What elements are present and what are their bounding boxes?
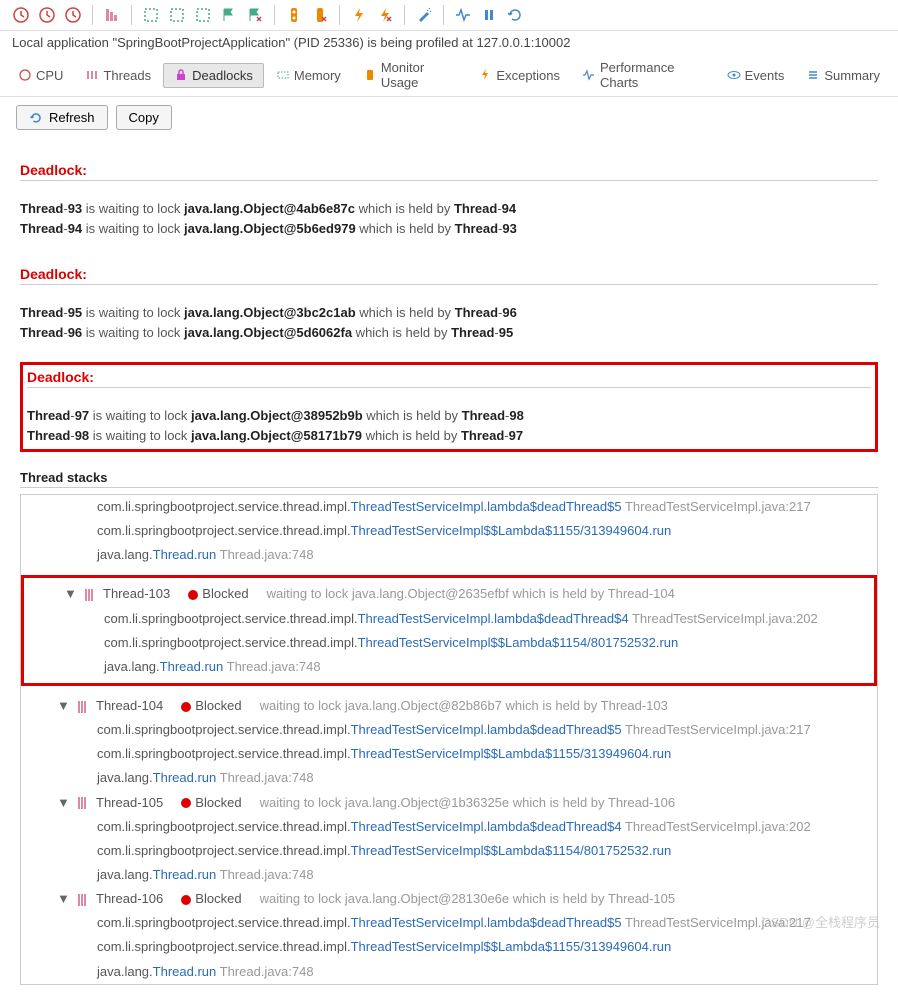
- thread-icon: [77, 700, 87, 714]
- thread-block: ▼ Thread-105 Blocked waiting to lock jav…: [21, 791, 877, 888]
- deadlock-line: Thread-94 is waiting to lock java.lang.O…: [20, 219, 878, 239]
- expand-toggle[interactable]: ▼: [57, 793, 69, 813]
- flag-icon[interactable]: [218, 4, 240, 26]
- traffic-icon: [363, 68, 377, 82]
- tab-threads[interactable]: Threads: [75, 64, 161, 87]
- clock-forward-icon[interactable]: [36, 4, 58, 26]
- stack-frame: com.li.springbootproject.service.thread.…: [21, 519, 877, 543]
- profiling-status: Local application "SpringBootProjectAppl…: [0, 31, 898, 54]
- eye-icon: [727, 68, 741, 82]
- thread-header[interactable]: ▼ Thread-106 Blocked waiting to lock jav…: [21, 887, 877, 911]
- pulse-icon[interactable]: [452, 4, 474, 26]
- stack-frame: java.lang.Thread.run Thread.java:748: [21, 766, 877, 790]
- content-area: Deadlock: Thread-93 is waiting to lock j…: [0, 138, 898, 993]
- deadlock-section: Deadlock: Thread-93 is waiting to lock j…: [20, 162, 878, 250]
- thread-icon: [84, 588, 94, 602]
- deadlock-heading: Deadlock:: [20, 266, 878, 285]
- traffic-x-icon[interactable]: [309, 4, 331, 26]
- stack-frame: java.lang.Thread.run Thread.java:748: [21, 960, 877, 984]
- status-dot-icon: [181, 895, 191, 905]
- tab-charts[interactable]: Performance Charts: [572, 56, 715, 94]
- tab-memory[interactable]: Memory: [266, 64, 351, 87]
- button-row: Refresh Copy: [0, 97, 898, 138]
- stack-frame: java.lang.Thread.run Thread.java:748: [21, 863, 877, 887]
- stack-frame: com.li.springbootproject.service.thread.…: [21, 839, 877, 863]
- bolt-icon[interactable]: [348, 4, 370, 26]
- thread-block: ▼ Thread-106 Blocked waiting to lock jav…: [21, 887, 877, 984]
- status-dot-icon: [181, 702, 191, 712]
- view-tabs: CPU Threads Deadlocks Memory Monitor Usa…: [0, 54, 898, 97]
- thread-header[interactable]: ▼ Thread-103 Blocked waiting to lock jav…: [28, 582, 870, 606]
- clock-back-icon[interactable]: [10, 4, 32, 26]
- expand-toggle[interactable]: ▼: [57, 889, 69, 909]
- deadlock-line: Thread-97 is waiting to lock java.lang.O…: [27, 406, 871, 426]
- clock-icon: [18, 68, 32, 82]
- stack-frame: java.lang.Thread.run Thread.java:748: [21, 543, 877, 567]
- expand-toggle[interactable]: ▼: [57, 696, 69, 716]
- dashed-box-icon[interactable]: [166, 4, 188, 26]
- watermark: CSDN @全栈程序员: [761, 912, 880, 931]
- stack-frame: com.li.springbootproject.service.thread.…: [21, 718, 877, 742]
- stack-frame: com.li.springbootproject.service.thread.…: [28, 631, 870, 655]
- thread-header[interactable]: ▼ Thread-105 Blocked waiting to lock jav…: [21, 791, 877, 815]
- deadlock-line: Thread-96 is waiting to lock java.lang.O…: [20, 323, 878, 343]
- stack-frame: com.li.springbootproject.service.thread.…: [21, 911, 877, 935]
- deadlock-section: Deadlock: Thread-97 is waiting to lock j…: [20, 362, 878, 452]
- deadlock-line: Thread-98 is waiting to lock java.lang.O…: [27, 426, 871, 446]
- dashed-box-icon[interactable]: [140, 4, 162, 26]
- dashed-box-icon[interactable]: [192, 4, 214, 26]
- deadlock-section: Deadlock: Thread-95 is waiting to lock j…: [20, 266, 878, 354]
- bolt-x-icon[interactable]: [374, 4, 396, 26]
- thread-block: ▼ Thread-104 Blocked waiting to lock jav…: [21, 694, 877, 791]
- pulse-icon: [582, 68, 596, 82]
- thread-header[interactable]: ▼ Thread-104 Blocked waiting to lock jav…: [21, 694, 877, 718]
- bolt-icon: [478, 68, 492, 82]
- tab-cpu[interactable]: CPU: [8, 64, 73, 87]
- stack-frame: java.lang.Thread.run Thread.java:748: [28, 655, 870, 679]
- thread-icon: [77, 893, 87, 907]
- memory-icon: [276, 68, 290, 82]
- tab-monitor[interactable]: Monitor Usage: [353, 56, 467, 94]
- stacks-panel: com.li.springbootproject.service.thread.…: [20, 494, 878, 985]
- clock-icon[interactable]: [62, 4, 84, 26]
- main-toolbar: [0, 0, 898, 31]
- wand-icon[interactable]: [413, 4, 435, 26]
- deadlock-heading: Deadlock:: [20, 162, 878, 181]
- thread-icon: [77, 796, 87, 810]
- tab-deadlocks[interactable]: Deadlocks: [163, 63, 264, 88]
- bars-down-icon[interactable]: [101, 4, 123, 26]
- copy-button[interactable]: Copy: [116, 105, 172, 130]
- tab-summary[interactable]: Summary: [796, 64, 890, 87]
- lock-icon: [174, 68, 188, 82]
- flag-x-icon[interactable]: [244, 4, 266, 26]
- threads-icon: [85, 68, 99, 82]
- tab-events[interactable]: Events: [717, 64, 795, 87]
- deadlock-line: Thread-95 is waiting to lock java.lang.O…: [20, 303, 878, 323]
- deadlock-heading: Deadlock:: [27, 369, 871, 388]
- thread-block: ▼ Thread-103 Blocked waiting to lock jav…: [21, 575, 877, 686]
- refresh-icon[interactable]: [504, 4, 526, 26]
- stack-frame: com.li.springbootproject.service.thread.…: [21, 935, 877, 959]
- refresh-button[interactable]: Refresh: [16, 105, 108, 130]
- traffic-icon[interactable]: [283, 4, 305, 26]
- expand-toggle[interactable]: ▼: [64, 584, 76, 604]
- status-dot-icon: [188, 590, 198, 600]
- deadlock-line: Thread-93 is waiting to lock java.lang.O…: [20, 199, 878, 219]
- stack-frame: com.li.springbootproject.service.thread.…: [21, 495, 877, 519]
- pause-icon[interactable]: [478, 4, 500, 26]
- status-dot-icon: [181, 798, 191, 808]
- thread-stacks-heading: Thread stacks: [20, 470, 878, 488]
- refresh-icon: [29, 111, 43, 125]
- stack-frame: com.li.springbootproject.service.thread.…: [21, 742, 877, 766]
- stack-frame: com.li.springbootproject.service.thread.…: [21, 815, 877, 839]
- stack-frame: com.li.springbootproject.service.thread.…: [28, 607, 870, 631]
- tab-exceptions[interactable]: Exceptions: [468, 64, 570, 87]
- list-icon: [806, 68, 820, 82]
